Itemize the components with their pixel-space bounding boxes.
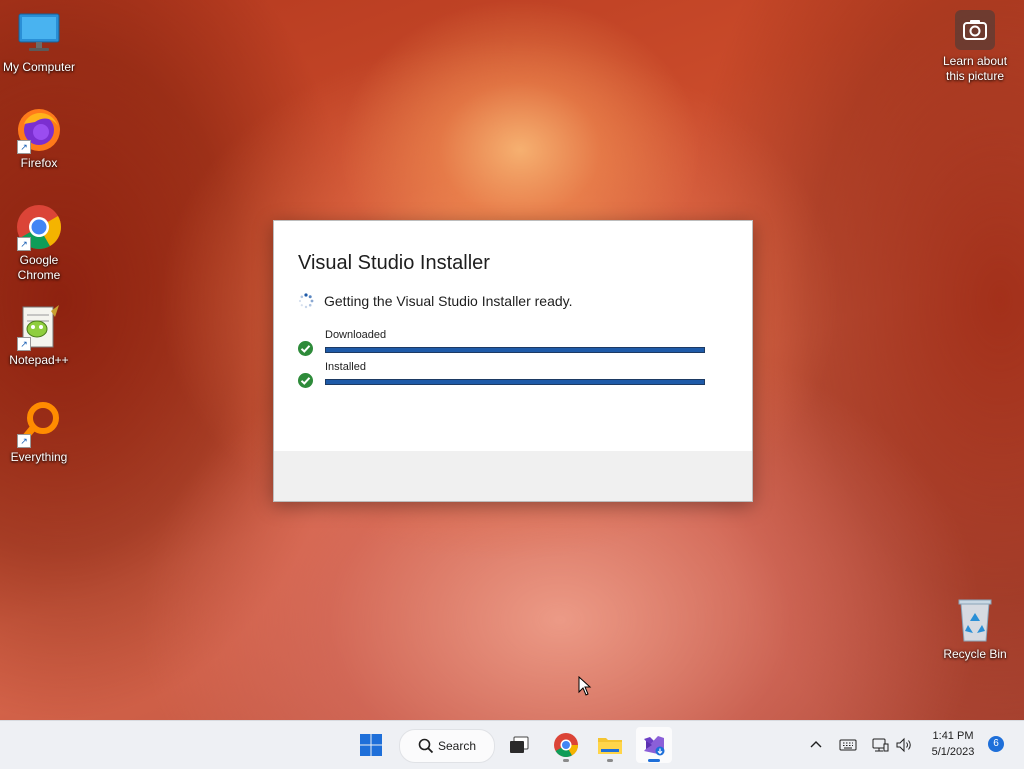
taskbar-file-explorer[interactable]	[592, 727, 628, 763]
desktop-icon-firefox[interactable]: ↗ Firefox	[1, 106, 77, 171]
notification-badge[interactable]: 6	[988, 736, 1004, 752]
dialog-footer	[274, 451, 752, 501]
shortcut-arrow-icon: ↗	[17, 237, 31, 251]
clock-time: 1:41 PM	[932, 730, 974, 742]
task-view-icon	[510, 736, 529, 753]
progress-bar	[325, 347, 705, 353]
keyboard-button[interactable]	[838, 735, 858, 755]
dialog-title: Visual Studio Installer	[298, 252, 490, 274]
windows-logo-icon	[360, 734, 382, 756]
spinner-icon	[298, 293, 314, 309]
recycle-bin-icon	[951, 597, 999, 645]
taskbar-chrome[interactable]	[548, 727, 584, 763]
mouse-cursor-icon	[578, 675, 592, 696]
desktop-icon-everything[interactable]: ↗ Everything	[1, 400, 77, 465]
chevron-up-icon	[810, 741, 822, 748]
folder-icon	[598, 738, 622, 754]
start-button[interactable]	[353, 727, 389, 763]
learn-about-label: Learn about this picture	[942, 54, 1008, 83]
network-icon	[872, 738, 889, 752]
chrome-icon	[554, 733, 578, 758]
visual-studio-installer-icon	[644, 736, 665, 756]
show-hidden-icons-button[interactable]	[806, 735, 826, 755]
taskbar-visual-studio-installer[interactable]	[636, 727, 672, 763]
shortcut-arrow-icon: ↗	[17, 337, 31, 351]
step-label: Downloaded	[325, 329, 387, 341]
installer-dialog: Visual Studio Installer Getting the Visu…	[273, 220, 753, 502]
desktop-icon-label: Notepad++	[9, 353, 69, 367]
notepad-plus-plus-icon: ↗	[15, 303, 63, 351]
shortcut-arrow-icon: ↗	[17, 140, 31, 154]
camera-icon	[955, 10, 995, 50]
search-label: Search	[438, 739, 477, 753]
network-button[interactable]	[870, 735, 890, 755]
shortcut-arrow-icon: ↗	[17, 434, 31, 448]
desktop-icon-label: Recycle Bin	[943, 647, 1007, 661]
chrome-icon: ↗	[15, 203, 63, 251]
running-indicator	[563, 759, 569, 762]
keyboard-icon	[839, 739, 857, 751]
desktop-icon-notepad-plus-plus[interactable]: ↗ Notepad++	[1, 303, 77, 368]
taskbar-search[interactable]: Search	[399, 729, 495, 763]
desktop-icon-my-computer[interactable]: My Computer	[1, 10, 77, 75]
search-icon	[418, 738, 434, 754]
volume-button[interactable]	[894, 735, 914, 755]
step-downloaded: Downloaded	[298, 329, 718, 356]
desktop-icon-label: Firefox	[20, 156, 58, 170]
desktop-icon-label: Google Chrome	[17, 253, 61, 282]
clock-date: 5/1/2023	[931, 746, 975, 758]
running-indicator	[607, 759, 613, 762]
learn-about-picture[interactable]: Learn about this picture	[936, 10, 1014, 84]
firefox-icon: ↗	[15, 106, 63, 154]
step-label: Installed	[325, 361, 366, 373]
clock[interactable]: 1:41 PM 5/1/2023	[922, 728, 984, 762]
progress-fill	[326, 380, 704, 384]
progress-bar	[325, 379, 705, 385]
check-icon	[298, 341, 313, 356]
desktop-icon-recycle-bin[interactable]: Recycle Bin	[937, 597, 1013, 662]
everything-search-icon: ↗	[15, 400, 63, 448]
progress-fill	[326, 348, 704, 352]
step-installed: Installed	[298, 361, 718, 388]
taskbar: Search 1:41 PM 5/1/2023	[0, 720, 1024, 769]
desktop-icon-label: My Computer	[2, 60, 76, 74]
status-text: Getting the Visual Studio Installer read…	[324, 293, 573, 309]
monitor-icon	[15, 10, 63, 58]
task-view-button[interactable]	[501, 727, 537, 763]
volume-icon	[896, 737, 911, 753]
check-icon	[298, 373, 313, 388]
desktop-icon-google-chrome[interactable]: ↗ Google Chrome	[1, 203, 77, 283]
desktop-icon-label: Everything	[10, 450, 68, 464]
running-indicator	[648, 759, 660, 762]
